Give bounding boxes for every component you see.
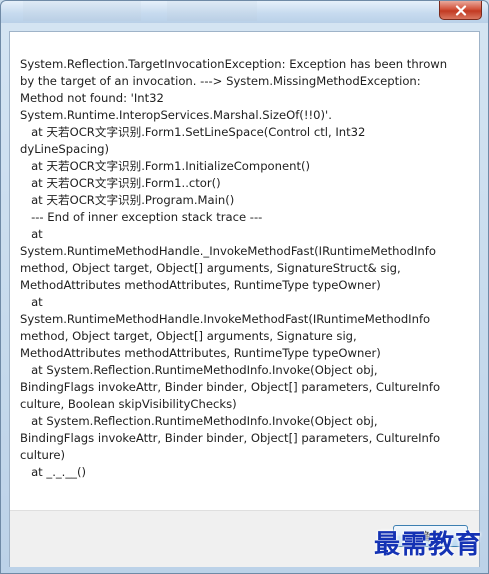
message-line: at 天若OCR文字识别.Form1..ctor() [20,176,221,190]
message-panel: System.Reflection.TargetInvocationExcept… [10,32,479,510]
message-line: System.RuntimeMethodHandle._InvokeMethod… [20,244,436,258]
message-line: --- End of inner exception stack trace -… [20,210,263,224]
background-window-ghost [167,1,257,21]
message-line: dyLineSpacing) [20,142,110,156]
message-line: culture, Boolean skipVisibilityChecks) [20,397,237,411]
message-line: method, Object target, Object[] argument… [20,329,357,343]
message-line: at _._.__() [20,465,87,479]
background-window-ghost [23,1,141,21]
watermark-logo: 最需教育 [373,530,482,560]
message-line: by the target of an invocation. ---> Sys… [20,74,421,88]
title-bar[interactable] [1,1,488,23]
message-line: MethodAttributes methodAttributes, Runti… [20,278,381,292]
message-line: at [20,295,43,309]
message-line: System.RuntimeMethodHandle.InvokeMethodF… [20,312,431,326]
message-line: System.Reflection.TargetInvocationExcept… [20,57,448,71]
message-line: at [20,227,43,241]
message-line: culture) [20,448,66,462]
message-line: at 天若OCR文字识别.Program.Main() [20,193,235,207]
message-line: Method not found: 'Int32 [20,91,164,105]
message-line: at 天若OCR文字识别.Form1.InitializeComponent() [20,159,311,173]
close-button[interactable] [439,1,482,20]
message-line: MethodAttributes methodAttributes, Runti… [20,346,381,360]
dialog-client-area: System.Reflection.TargetInvocationExcept… [9,31,480,567]
message-line: BindingFlags invokeAttr, Binder binder, … [20,380,441,394]
message-line: at System.Reflection.RuntimeMethodInfo.I… [20,414,378,428]
message-line: System.Runtime.InteropServices.Marshal.S… [20,108,332,122]
message-line: BindingFlags invokeAttr, Binder binder, … [20,431,441,445]
error-dialog-window: System.Reflection.TargetInvocationExcept… [0,0,489,574]
message-line: at 天若OCR文字识别.Form1.SetLineSpace(Control … [20,125,366,139]
message-line: at System.Reflection.RuntimeMethodInfo.I… [20,363,378,377]
close-x-icon [455,4,466,16]
exception-message: System.Reflection.TargetInvocationExcept… [20,56,460,481]
message-line: method, Object target, Object[] argument… [20,261,401,275]
